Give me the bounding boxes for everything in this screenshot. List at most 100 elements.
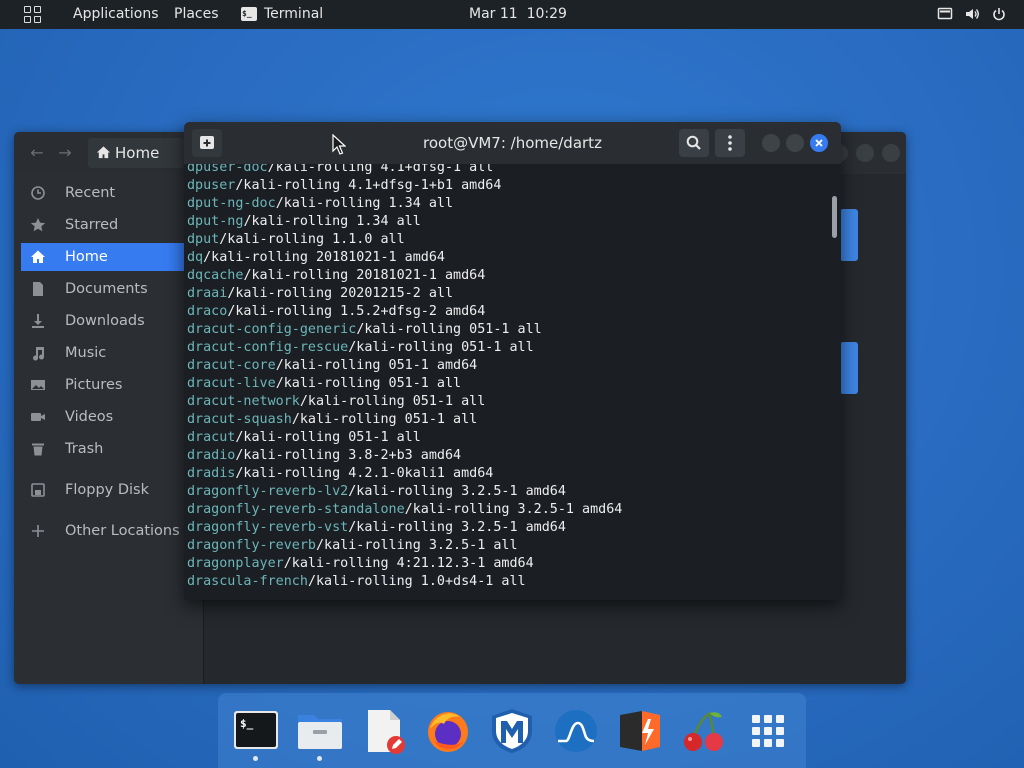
menu-button[interactable]: [715, 129, 745, 157]
package-details: /kali-rolling 3.2.5-1 amd64: [348, 484, 566, 499]
package-details: /kali-rolling 1.34 all: [243, 214, 421, 229]
text-editor-icon: [368, 710, 405, 754]
video-icon: [31, 413, 45, 421]
terminal-headerbar[interactable]: root@VM7: /home/dartz: [184, 122, 841, 164]
svg-text:$_: $_: [240, 717, 254, 730]
sidebar-item-other-locations[interactable]: Other Locations: [21, 517, 185, 545]
package-details: /kali-rolling 20181021-1 amd64: [203, 250, 445, 265]
power-icon[interactable]: [991, 6, 1007, 22]
trash-icon: [32, 443, 44, 456]
breadcrumb[interactable]: Home: [88, 138, 184, 168]
terminal-output[interactable]: dpuser-doc/kali-rolling 4.1+dfsg-1 all dp…: [184, 164, 829, 600]
forward-button[interactable]: →: [52, 140, 78, 166]
sidebar-item-label: Starred: [65, 217, 119, 233]
sidebar-item-recent[interactable]: Recent: [21, 179, 185, 207]
sidebar-item-trash[interactable]: Trash: [21, 435, 185, 463]
close-button[interactable]: [882, 144, 900, 162]
terminal-scrollbar[interactable]: [829, 164, 841, 600]
terminal-line: dracut/kali-rolling 051-1 all: [187, 429, 622, 447]
scrollbar-thumb[interactable]: [832, 196, 837, 238]
home-icon: [31, 250, 45, 263]
terminal-icon: $_: [234, 711, 278, 749]
dock-cherrytree[interactable]: [680, 707, 728, 755]
terminal-line: dracut-network/kali-rolling 051-1 all: [187, 393, 622, 411]
package-name: dput-ng-doc: [187, 196, 276, 211]
breadcrumb-home: Home: [115, 144, 160, 162]
package-details: /kali-rolling 051-1 all: [291, 412, 478, 427]
sidebar-item-music[interactable]: Music: [21, 339, 185, 367]
wireshark-icon: [555, 710, 597, 752]
terminal-line: draai/kali-rolling 20201215-2 all: [187, 285, 622, 303]
dock-burpsuite[interactable]: [616, 707, 664, 755]
firefox-icon: [428, 712, 468, 752]
terminal-line: dracut-core/kali-rolling 051-1 amd64: [187, 357, 622, 375]
package-name: dqcache: [187, 268, 244, 283]
dock-show-apps[interactable]: [744, 707, 792, 755]
document-icon: [33, 282, 43, 296]
plus-icon: [32, 525, 44, 537]
folder-icon[interactable]: [840, 342, 858, 394]
dock-wireshark[interactable]: [552, 707, 600, 755]
clock[interactable]: Mar 11 10:29: [469, 0, 567, 29]
sidebar-item-pictures[interactable]: Pictures: [21, 371, 185, 399]
terminal-line: draco/kali-rolling 1.5.2+dfsg-2 amd64: [187, 303, 622, 321]
close-button[interactable]: [810, 134, 828, 152]
maximize-button[interactable]: [786, 134, 804, 152]
top-bar: Applications Places $_ Terminal Mar 11 1…: [0, 0, 1024, 29]
app-menu-terminal[interactable]: Terminal: [264, 0, 323, 29]
screen-icon[interactable]: [937, 6, 953, 22]
sidebar-item-videos[interactable]: Videos: [21, 403, 185, 431]
package-details: /kali-rolling 3.2.5-1 all: [316, 538, 518, 553]
dock-text-editor[interactable]: [360, 707, 408, 755]
dock: $_: [218, 693, 806, 768]
package-name: dradis: [187, 466, 236, 481]
terminal-app-icon: $_: [241, 7, 257, 21]
volume-icon[interactable]: [964, 6, 980, 22]
package-details: /kali-rolling 3.8-2+b3 amd64: [235, 448, 462, 463]
package-details: /kali-rolling 4.1+dfsg-1 all: [267, 164, 494, 175]
package-details: /kali-rolling 051-1 all: [235, 430, 421, 445]
package-name: draco: [187, 304, 228, 319]
sidebar-item-home[interactable]: Home: [21, 243, 185, 271]
package-name: dradio: [187, 448, 236, 463]
sidebar-item-starred[interactable]: Starred: [21, 211, 185, 239]
package-name: dragonfly-reverb-lv2: [187, 484, 349, 499]
running-indicator: [253, 756, 258, 761]
terminal-line: dput/kali-rolling 1.1.0 all: [187, 231, 622, 249]
package-name: dracut: [187, 430, 236, 445]
floppy-icon: [31, 483, 45, 497]
dock-terminal[interactable]: $_: [232, 707, 280, 755]
terminal-line: dragonfly-reverb-standalone/kali-rolling…: [187, 501, 622, 519]
package-name: dracut-live: [187, 376, 276, 391]
package-details: /kali-rolling 051-1 all: [348, 340, 534, 355]
package-name: dracut-config-rescue: [187, 340, 349, 355]
folder-icon[interactable]: [840, 209, 858, 261]
dock-firefox[interactable]: [424, 707, 472, 755]
package-name: draai: [187, 286, 228, 301]
sidebar-item-documents[interactable]: Documents: [21, 275, 185, 303]
new-tab-button[interactable]: [192, 129, 222, 157]
minimize-button[interactable]: [762, 134, 780, 152]
dock-files[interactable]: [296, 707, 344, 755]
maximize-button[interactable]: [856, 144, 874, 162]
applications-menu[interactable]: Applications: [73, 0, 159, 29]
sidebar-item-label: Recent: [65, 185, 116, 201]
sidebar-item-downloads[interactable]: Downloads: [21, 307, 185, 335]
kebab-menu-icon: [728, 135, 732, 151]
activities-grid-icon[interactable]: [24, 6, 42, 24]
package-name: dput: [187, 232, 220, 247]
star-icon: [30, 218, 46, 232]
dock-metasploit[interactable]: [488, 707, 536, 755]
sidebar-item-floppy-disk[interactable]: Floppy Disk: [21, 476, 185, 504]
places-menu[interactable]: Places: [174, 0, 219, 29]
back-button[interactable]: ←: [24, 140, 50, 166]
search-button[interactable]: [679, 129, 709, 157]
sidebar-item-label: Pictures: [65, 377, 123, 393]
package-details: /kali-rolling 1.5.2+dfsg-2 amd64: [227, 304, 486, 319]
terminal-lines: dpuser-doc/kali-rolling 4.1+dfsg-1 all dp…: [187, 164, 622, 591]
package-name: dpuser-doc: [187, 164, 268, 175]
package-details: /kali-rolling 20201215-2 all: [227, 286, 454, 301]
terminal-line: drascula-french/kali-rolling 1.0+ds4-1 a…: [187, 573, 622, 591]
terminal-window: root@VM7: /home/dartz dpuser-doc/kali-ro…: [184, 122, 841, 600]
sidebar-item-label: Downloads: [65, 313, 145, 329]
